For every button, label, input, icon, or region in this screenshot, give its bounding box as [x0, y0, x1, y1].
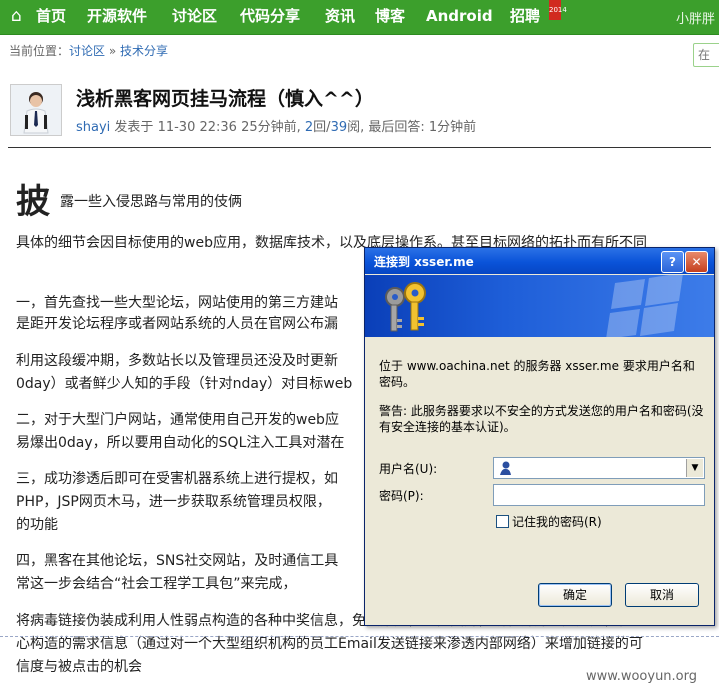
reply-label: 回/: [313, 120, 331, 135]
breadcrumb-separator: »: [105, 44, 121, 58]
breadcrumb-tech-share[interactable]: 技术分享: [120, 44, 168, 58]
new-badge: 2014: [549, 0, 567, 20]
avatar[interactable]: [10, 84, 62, 136]
posted-at-label: 发表于: [110, 120, 158, 135]
remember-checkbox[interactable]: [496, 515, 509, 528]
username-field[interactable]: ▼: [493, 457, 705, 479]
post-title: 浅析黑客网页挂马流程（慎入^^）: [76, 88, 374, 110]
last-reply: 1分钟前: [428, 120, 477, 135]
windows-logo-watermark: [606, 275, 683, 337]
post-meta: shayi 发表于 11-30 22:36 25分钟前, 2回/39阅, 最后回…: [76, 116, 476, 135]
dialog-titlebar[interactable]: 连接到 xsser.me ? ✕: [365, 248, 714, 274]
username-label: 用户名(U):: [379, 462, 438, 476]
dialog-banner: [365, 275, 714, 337]
drop-cap: 披: [16, 182, 50, 222]
remember-label[interactable]: 记住我的密码(R): [512, 513, 602, 530]
dialog-message: 位于 www.oachina.net 的服务器 xsser.me 要求用户名和密…: [379, 359, 695, 389]
help-button[interactable]: ?: [661, 251, 684, 273]
nav-item-news[interactable]: 资讯: [325, 6, 355, 26]
nav-item-android[interactable]: Android: [426, 6, 493, 26]
nav-item-jobs[interactable]: 招聘: [510, 6, 540, 26]
cancel-button[interactable]: 取消: [625, 583, 699, 607]
views-label: 阅, 最后回答:: [347, 120, 429, 135]
keys-icon: [385, 282, 426, 332]
breadcrumb-prefix: 当前位置：: [9, 44, 70, 58]
password-label: 密码(P):: [379, 489, 424, 503]
password-field[interactable]: [493, 484, 705, 506]
nav-item-open-source[interactable]: 开源软件: [87, 6, 147, 26]
post-date: 11-30 22:36: [157, 120, 237, 135]
watermark: www.wooyun.org: [586, 669, 698, 684]
search-input[interactable]: 在: [693, 43, 719, 67]
user-name[interactable]: 小胖胖: [676, 8, 715, 27]
chevron-down-icon[interactable]: ▼: [686, 459, 703, 477]
auth-dialog: 连接到 xsser.me ? ✕ 位于 www.oachina.net 的服务器…: [364, 247, 715, 626]
reply-count: 2: [304, 120, 314, 135]
close-button[interactable]: ✕: [685, 251, 708, 273]
article-lead: 披露一些入侵思路与常用的伎俩: [16, 182, 706, 222]
breadcrumb: 当前位置：讨论区 » 技术分享: [9, 42, 168, 59]
nav-item-forum[interactable]: 讨论区: [172, 6, 217, 26]
dialog-warning: 警告: 此服务器要求以不安全的方式发送您的用户名和密码(没有安全连接的基本认证)…: [379, 404, 704, 434]
view-count: 39: [330, 120, 348, 135]
top-nav: ⌂ 首页 开源软件 讨论区 代码分享 资讯 博客 Android 招聘 2014…: [0, 0, 719, 35]
post-ago: 25分钟前,: [236, 120, 305, 135]
dialog-title: 连接到 xsser.me: [374, 255, 474, 269]
nav-item-blog[interactable]: 博客: [375, 6, 405, 26]
lead-text: 露一些入侵思路与常用的伎俩: [60, 194, 242, 210]
home-icon[interactable]: ⌂: [11, 7, 22, 25]
selection-guide: [0, 636, 719, 637]
user-icon: [500, 461, 511, 475]
nav-item-home[interactable]: 首页: [36, 6, 66, 26]
ok-button[interactable]: 确定: [538, 583, 612, 607]
post-divider: [8, 147, 711, 148]
post-author[interactable]: shayi: [76, 120, 110, 135]
breadcrumb-forum[interactable]: 讨论区: [69, 44, 105, 58]
nav-item-code-share[interactable]: 代码分享: [240, 6, 300, 26]
